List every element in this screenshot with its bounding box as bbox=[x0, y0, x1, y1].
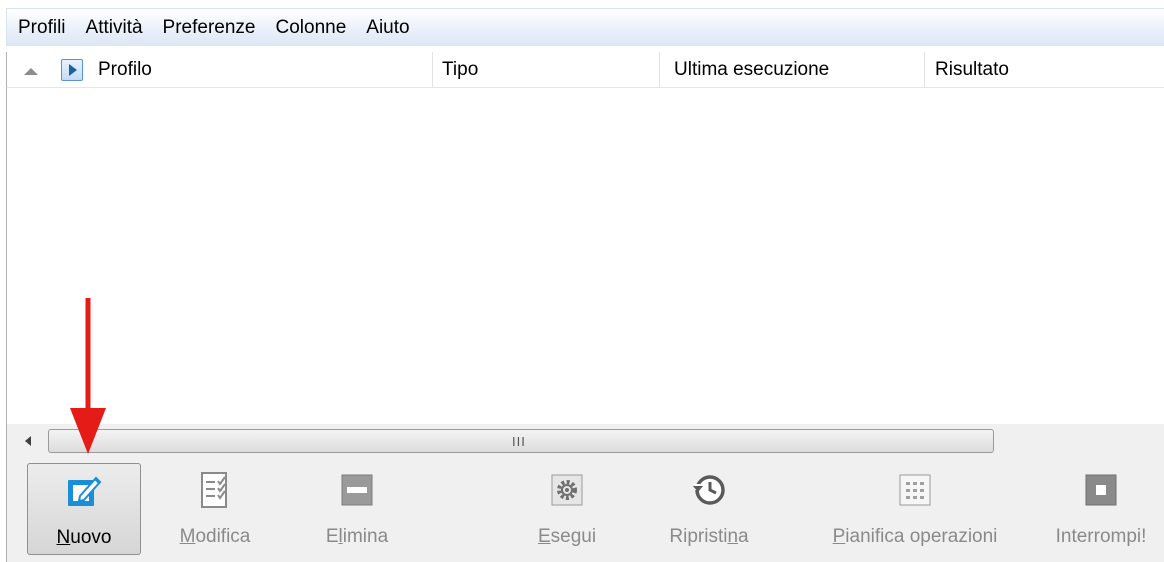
profile-list[interactable] bbox=[6, 88, 1164, 424]
new-button-label: Nuovo bbox=[56, 527, 112, 548]
list-header: Profilo Tipo Ultima esecuzione Risultato bbox=[6, 52, 1164, 88]
stop-button[interactable]: Interrompi! bbox=[1037, 463, 1164, 555]
gear-icon bbox=[547, 470, 587, 510]
horizontal-scrollbar[interactable]: III bbox=[6, 424, 1164, 458]
menu-preferenze[interactable]: Preferenze bbox=[154, 9, 267, 46]
column-header-risultato[interactable]: Risultato bbox=[925, 52, 1164, 88]
run-button[interactable]: Esegui bbox=[517, 463, 617, 555]
column-label-profilo: Profilo bbox=[98, 59, 152, 80]
restore-button[interactable]: Ripristina bbox=[647, 463, 771, 555]
edit-button-label: Modifica bbox=[179, 526, 251, 547]
menu-bar: Profili Attività Preferenze Colonne Aiut… bbox=[6, 8, 1164, 46]
scrollbar-grip: III bbox=[512, 434, 526, 449]
restore-button-label: Ripristina bbox=[669, 526, 749, 547]
schedule-operations-button[interactable]: Pianifica operazioni bbox=[803, 463, 1027, 555]
menu-attivita[interactable]: Attività bbox=[77, 9, 154, 46]
schedule-operations-button-label: Pianifica operazioni bbox=[832, 526, 998, 547]
column-header-tipo[interactable]: Tipo bbox=[433, 52, 660, 88]
stop-button-label: Interrompi! bbox=[1055, 526, 1147, 547]
app-window: Profili Attività Preferenze Colonne Aiut… bbox=[0, 0, 1164, 562]
menu-colonne[interactable]: Colonne bbox=[267, 9, 358, 46]
expand-play-icon[interactable] bbox=[61, 59, 83, 81]
action-toolbar: Nuovo Modifica Elimina Esegui Ripristina… bbox=[6, 458, 1164, 562]
delete-icon bbox=[337, 470, 377, 510]
delete-button[interactable]: Elimina bbox=[307, 463, 407, 555]
restore-history-icon bbox=[689, 470, 729, 510]
column-header-ultima-esecuzione[interactable]: Ultima esecuzione bbox=[660, 52, 925, 88]
new-profile-icon bbox=[64, 471, 104, 511]
run-button-label: Esegui bbox=[537, 526, 597, 547]
new-button[interactable]: Nuovo bbox=[27, 463, 141, 555]
stop-icon bbox=[1081, 470, 1121, 510]
annotation-arrow-icon bbox=[70, 298, 106, 454]
scrollbar-thumb[interactable]: III bbox=[48, 429, 994, 453]
edit-button[interactable]: Modifica bbox=[160, 463, 270, 555]
delete-button-label: Elimina bbox=[325, 526, 389, 547]
menu-profili[interactable]: Profili bbox=[15, 9, 77, 46]
column-header-profilo[interactable]: Profilo bbox=[7, 52, 433, 88]
edit-checklist-icon bbox=[195, 470, 235, 510]
sort-ascending-icon bbox=[24, 68, 38, 75]
menu-aiuto[interactable]: Aiuto bbox=[357, 9, 420, 46]
scroll-left-arrow-icon[interactable] bbox=[13, 432, 43, 450]
schedule-grid-icon bbox=[895, 470, 935, 510]
